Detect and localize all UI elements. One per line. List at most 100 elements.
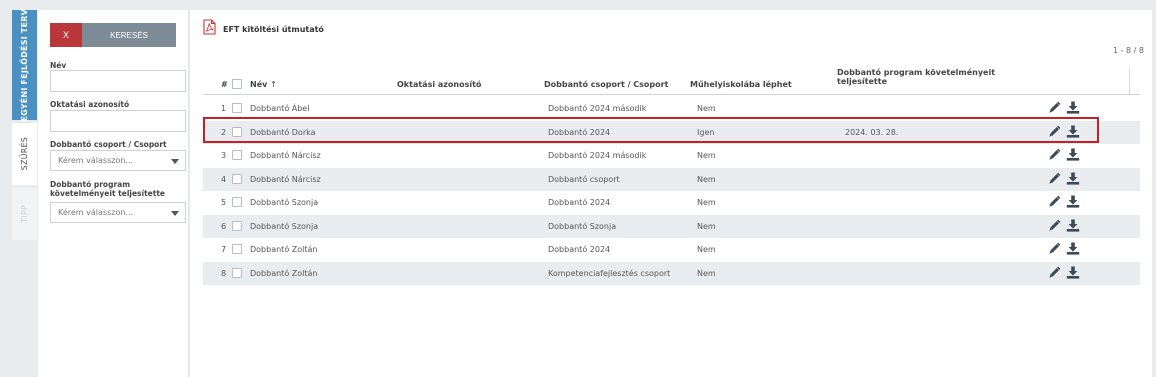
row-workshop: Nem (697, 245, 716, 255)
row-group: Dobbantó csoport (548, 174, 620, 184)
row-group: Dobbantó 2024 (548, 198, 611, 208)
row-actions (1048, 125, 1080, 138)
col-header-edu-id[interactable]: Oktatási azonosító (397, 80, 481, 89)
doc-guide-link[interactable]: EFT kitöltési útmutató (223, 25, 324, 34)
col-header-name[interactable]: Név ↑ (250, 80, 277, 89)
col-header-num: # (221, 80, 228, 89)
search-button[interactable]: KERESÉS (82, 23, 176, 47)
table-row[interactable]: 8 Dobbantó Zoltán Kompetenciafejlesztés cs… (203, 261, 1140, 285)
table-row[interactable]: 2 Dobbantó Dorka Dobbantó 2024 Igen 2024. 03… (203, 120, 1140, 144)
row-group: Kompetenciafejlesztés csoport (548, 268, 671, 278)
row-workshop: Nem (697, 151, 716, 161)
table-row[interactable]: 4 Dobbantó Nárcisz Dobbantó csoport Nem (203, 167, 1140, 191)
download-icon[interactable] (1066, 148, 1080, 161)
row-completed: 2024. 03. 28. (845, 127, 899, 137)
row-num: 1 (221, 104, 227, 114)
main-panel: EFT kitöltési útmutató 1 - 8 / 8 # Név ↑… (190, 10, 1152, 377)
row-name: Dobbantó Zoltán (250, 245, 318, 255)
row-name: Dobbantó Szonja (250, 198, 319, 208)
download-icon[interactable] (1066, 101, 1080, 114)
row-checkbox[interactable] (232, 150, 242, 160)
pdf-icon[interactable] (203, 19, 216, 35)
row-num: 3 (221, 151, 227, 161)
row-checkbox[interactable] (232, 103, 242, 113)
row-group: Dobbantó 2024 (548, 245, 611, 255)
row-group: Dobbantó Szonja (548, 221, 617, 231)
row-num: 2 (221, 127, 227, 137)
group-filter-select[interactable]: Kérem válasszon... (50, 150, 186, 171)
pencil-icon[interactable] (1048, 266, 1061, 279)
group-filter-label: Dobbantó csoport / Csoport (50, 140, 167, 149)
table-row[interactable]: 3 Dobbantó Nárcisz Dobbantó 2024 második Ne… (203, 144, 1140, 168)
edu-id-filter-input[interactable] (50, 110, 186, 132)
row-name: Dobbantó Nárcisz (250, 151, 321, 161)
row-name: Dobbantó Szonja (250, 221, 319, 231)
row-num: 7 (221, 245, 227, 255)
row-workshop: Igen (697, 127, 715, 137)
row-num: 5 (221, 198, 227, 208)
download-icon[interactable] (1066, 195, 1080, 208)
table-row[interactable]: 5 Dobbantó Szonja Dobbantó 2024 Nem (203, 191, 1140, 215)
completion-filter-placeholder: Kérem válasszon... (58, 208, 134, 217)
row-checkbox[interactable] (232, 173, 242, 184)
chevron-down-icon (171, 211, 179, 216)
row-group: Dobbantó 2024 második (548, 151, 647, 161)
download-icon[interactable] (1066, 266, 1080, 279)
pencil-icon[interactable] (1048, 242, 1061, 255)
column-divider (1129, 68, 1130, 94)
row-num: 8 (221, 268, 227, 278)
row-actions (1048, 148, 1080, 161)
scrollbar-track[interactable] (1152, 10, 1156, 377)
table-row[interactable]: 7 Dobbantó Zoltán Dobbantó 2024 Nem (203, 238, 1140, 262)
edu-id-filter-label: Oktatási azonosító (50, 100, 130, 109)
chevron-down-icon (171, 159, 179, 164)
pencil-icon[interactable] (1048, 148, 1061, 161)
top-bar (0, 0, 1156, 10)
row-actions (1048, 195, 1080, 208)
row-actions (1048, 172, 1080, 185)
clear-filters-button[interactable]: X (50, 23, 82, 47)
table-header: # Név ↑ Oktatási azonosító Dobbantó csop… (203, 66, 1140, 95)
tab-label: TIPP (20, 205, 29, 223)
download-icon[interactable] (1066, 125, 1080, 138)
tab-tipp[interactable]: TIPP (12, 188, 37, 240)
select-all-checkbox[interactable] (232, 79, 242, 89)
tab-szures[interactable]: SZŰRÉS (12, 123, 37, 185)
col-header-workshop[interactable]: Műhelyiskolába léphet (690, 80, 792, 89)
row-actions (1048, 101, 1080, 114)
row-workshop: Nem (697, 174, 716, 184)
row-name: Dobbantó Nárcisz (250, 174, 321, 184)
row-workshop: Nem (697, 268, 716, 278)
row-actions (1048, 219, 1080, 232)
completion-filter-label: Dobbantó program követelményeit teljesít… (50, 180, 166, 198)
pencil-icon[interactable] (1048, 195, 1061, 208)
name-filter-label: Név (50, 61, 67, 70)
completion-filter-select[interactable]: Kérem válasszon... (50, 202, 186, 223)
table-row[interactable]: 1 Dobbantó Ábel Dobbantó 2024 második Nem (203, 97, 1140, 121)
download-icon[interactable] (1066, 242, 1080, 255)
table-row[interactable]: 6 Dobbantó Szonja Dobbantó Szonja Nem (203, 214, 1140, 238)
row-checkbox[interactable] (232, 197, 242, 207)
download-icon[interactable] (1066, 219, 1080, 232)
pencil-icon[interactable] (1048, 125, 1061, 138)
col-header-name-label: Név (250, 80, 268, 89)
pencil-icon[interactable] (1048, 101, 1061, 114)
row-checkbox[interactable] (232, 244, 242, 254)
download-icon[interactable] (1066, 172, 1080, 185)
col-header-group[interactable]: Dobbantó csoport / Csoport (544, 80, 668, 89)
row-workshop: Nem (697, 198, 716, 208)
row-actions (1048, 242, 1080, 255)
pencil-icon[interactable] (1048, 172, 1061, 185)
col-header-completed[interactable]: Dobbantó program követelményeit teljesít… (837, 68, 997, 86)
name-filter-input[interactable] (50, 70, 186, 92)
row-num: 6 (221, 221, 227, 231)
row-checkbox[interactable] (232, 220, 242, 231)
row-actions (1048, 266, 1080, 279)
row-checkbox[interactable] (232, 267, 242, 278)
tab-egyeni-fejlodesi-terv[interactable]: EGYÉNI FEJLŐDÉSI TERV (12, 9, 37, 121)
row-checkbox[interactable] (232, 126, 242, 137)
row-workshop: Nem (697, 221, 716, 231)
row-group: Dobbantó 2024 második (548, 104, 647, 114)
pencil-icon[interactable] (1048, 219, 1061, 232)
group-filter-placeholder: Kérem válasszon... (58, 156, 134, 165)
